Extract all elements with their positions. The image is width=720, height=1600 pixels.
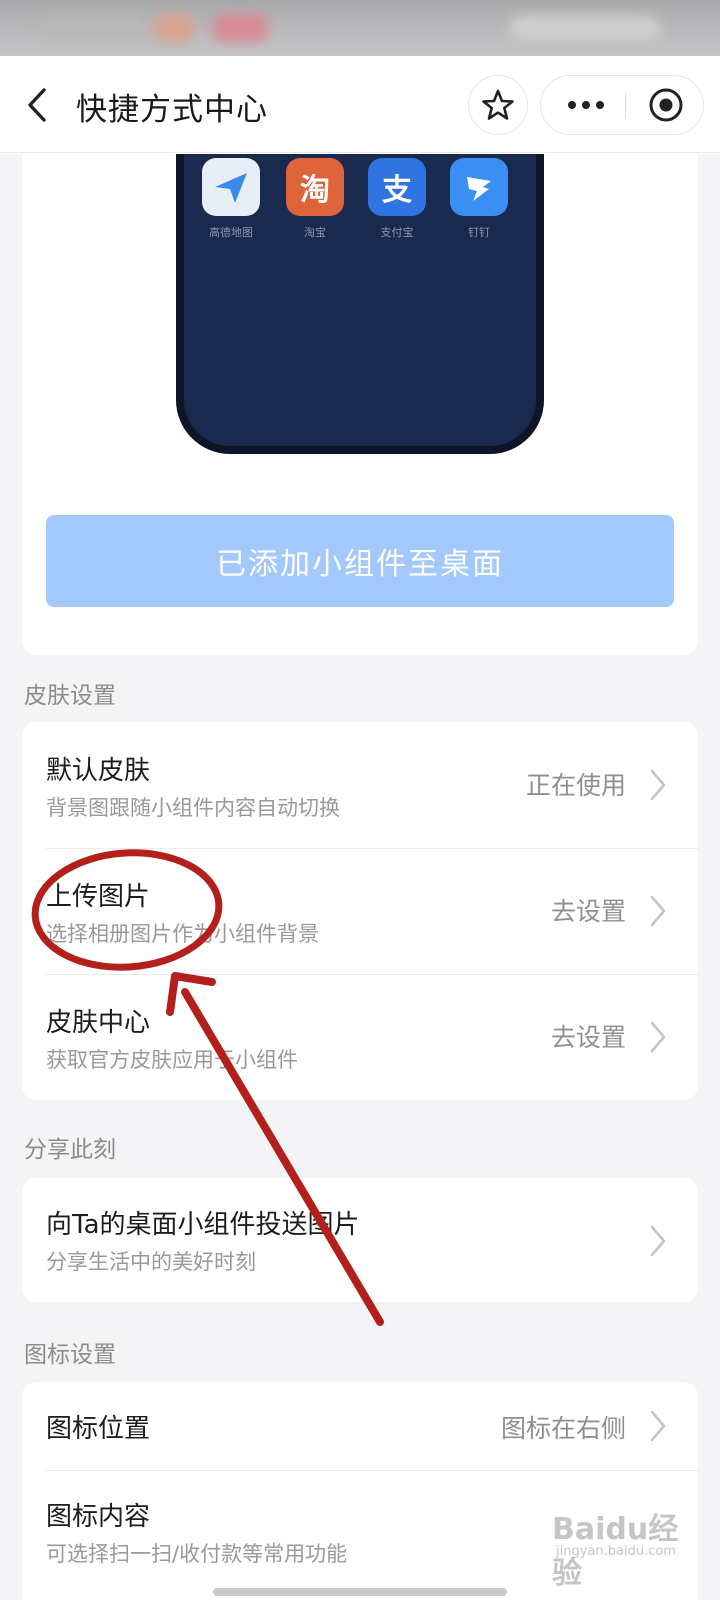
skin-settings-card: 默认皮肤 背景图跟随小组件内容自动切换 正在使用 上传图片 选择相册图片作为小组… bbox=[22, 722, 698, 1100]
row-subtitle: 分享生活中的美好时刻 bbox=[46, 1250, 256, 1274]
row-subtitle: 获取官方皮肤应用于小组件 bbox=[46, 1048, 298, 1072]
share-card: 向Ta的桌面小组件投送图片 分享生活中的美好时刻 bbox=[22, 1178, 698, 1302]
chevron-right-icon bbox=[650, 1021, 666, 1053]
watermark-logo: Baidu经验 jingyan.baidu.com bbox=[548, 1500, 708, 1591]
close-icon[interactable] bbox=[635, 76, 697, 133]
row-subtitle: 选择相册图片作为小组件背景 bbox=[46, 922, 319, 946]
favorite-button[interactable] bbox=[468, 75, 528, 135]
taobao-glyph: 淘 bbox=[300, 173, 330, 208]
section-header-share: 分享此刻 bbox=[24, 1137, 116, 1163]
status-blur-left bbox=[40, 18, 150, 40]
phone-preview: 高德地图 淘 淘宝 支 支付宝 钉钉 bbox=[176, 154, 544, 454]
watermark-url: jingyan.baidu.com bbox=[556, 1544, 676, 1559]
skin-item-default[interactable]: 默认皮肤 背景图跟随小组件内容自动切换 正在使用 bbox=[22, 722, 698, 848]
skin-item-upload[interactable]: 上传图片 选择相册图片作为小组件背景 去设置 bbox=[22, 848, 698, 974]
alipay-glyph: 支 bbox=[382, 173, 412, 208]
row-title: 图标内容 bbox=[46, 1502, 151, 1532]
dingtalk-icon bbox=[450, 158, 508, 216]
navigation-bar: 快捷方式中心 bbox=[0, 56, 720, 154]
menu-capsule bbox=[540, 75, 704, 135]
section-header-icon: 图标设置 bbox=[24, 1342, 116, 1368]
row-value: 图标在右侧 bbox=[500, 1414, 626, 1443]
back-icon[interactable] bbox=[22, 84, 52, 126]
section-header-skin: 皮肤设置 bbox=[24, 683, 116, 709]
capsule-divider bbox=[625, 92, 626, 118]
status-blur-badge bbox=[154, 14, 194, 42]
row-title: 图标位置 bbox=[46, 1414, 151, 1444]
app-label-amap: 高德地图 bbox=[209, 226, 253, 239]
row-title: 默认皮肤 bbox=[46, 756, 151, 786]
page-title: 快捷方式中心 bbox=[76, 92, 268, 128]
chevron-right-icon bbox=[650, 1410, 666, 1442]
app-label-taobao: 淘宝 bbox=[304, 226, 326, 239]
row-title: 向Ta的桌面小组件投送图片 bbox=[46, 1210, 360, 1240]
star-icon bbox=[482, 89, 514, 120]
row-value: 去设置 bbox=[550, 897, 626, 926]
amap-icon bbox=[202, 158, 260, 216]
nav-divider bbox=[0, 152, 720, 153]
row-subtitle: 背景图跟随小组件内容自动切换 bbox=[46, 796, 340, 820]
row-value: 正在使用 bbox=[525, 771, 626, 800]
alipay-icon: 支 bbox=[368, 158, 426, 216]
chevron-right-icon bbox=[650, 895, 666, 927]
home-indicator bbox=[213, 1588, 507, 1596]
add-widget-button[interactable]: 已添加小组件至桌面 bbox=[46, 515, 674, 607]
status-bar bbox=[0, 0, 720, 56]
share-item-send-image[interactable]: 向Ta的桌面小组件投送图片 分享生活中的美好时刻 bbox=[22, 1178, 698, 1302]
row-value: 去设置 bbox=[550, 1023, 626, 1052]
taobao-icon: 淘 bbox=[286, 158, 344, 216]
row-title: 皮肤中心 bbox=[46, 1008, 151, 1038]
icon-item-position[interactable]: 图标位置 图标在右侧 bbox=[22, 1382, 698, 1470]
row-subtitle: 可选择扫一扫/收付款等常用功能 bbox=[46, 1542, 348, 1566]
app-label-dingtalk: 钉钉 bbox=[468, 226, 490, 239]
status-blur-right bbox=[510, 16, 660, 40]
chevron-right-icon bbox=[650, 1225, 666, 1257]
row-title: 上传图片 bbox=[46, 882, 151, 912]
more-icon[interactable] bbox=[555, 76, 617, 133]
status-blur-badge-2 bbox=[212, 14, 268, 42]
chevron-right-icon bbox=[650, 769, 666, 801]
skin-item-center[interactable]: 皮肤中心 获取官方皮肤应用于小组件 去设置 bbox=[22, 974, 698, 1100]
app-label-alipay: 支付宝 bbox=[380, 226, 414, 239]
